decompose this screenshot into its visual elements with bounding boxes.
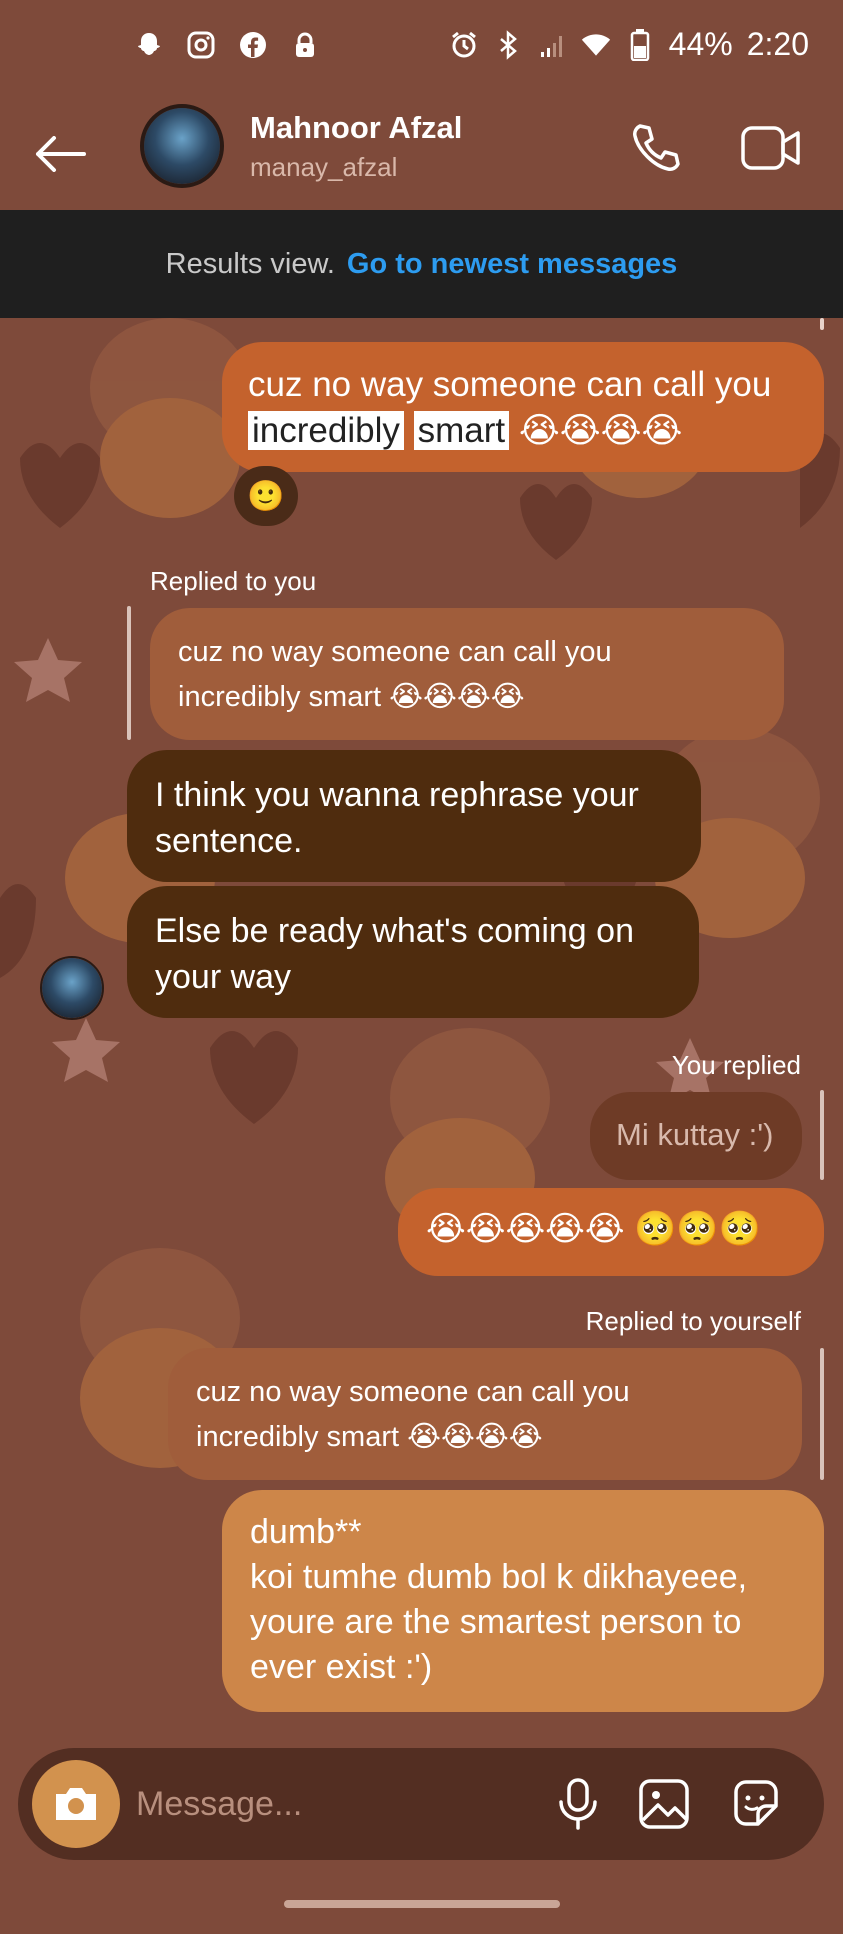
sent-message-bubble[interactable]: 😭😭😭😭😭 🥺🥺🥺 [398,1188,824,1276]
go-to-newest-messages-link[interactable]: Go to newest messages [347,248,677,281]
sent-message-bubble[interactable]: cuz no way someone can call you incredib… [222,342,824,472]
sticker-button[interactable] [726,1774,786,1834]
search-highlight: smart [413,411,510,450]
microphone-icon [559,1778,597,1830]
quoted-text: cuz no way someone can call you [178,636,612,668]
results-view-banner: Results view. Go to newest messages [0,210,843,318]
phone-icon [633,124,680,171]
message-text: cuz no way someone can call you [248,365,772,404]
reply-bar [127,606,131,740]
status-bar: 44% 2:20 [0,0,843,96]
reply-bar [820,318,824,330]
facebook-icon [238,30,268,60]
sender-avatar[interactable] [40,956,104,1020]
message-text: Else be ready what's coming on your way [155,912,634,996]
message-text: youre are the smartest person to [250,1603,742,1641]
instagram-icon [186,30,216,60]
message-composer [18,1748,824,1860]
reply-context-label: You replied [671,1050,801,1080]
image-icon [639,1779,689,1829]
gallery-button[interactable] [634,1774,694,1834]
bluetooth-icon [493,29,523,60]
lock-icon [290,30,320,60]
received-message-bubble[interactable]: Else be ready what's coming on your way [127,886,699,1018]
reply-bar [820,1090,824,1180]
message-text: koi tumhe dumb bol k dikhayeee, [250,1558,748,1596]
voice-message-button[interactable] [548,1774,608,1834]
voice-call-button[interactable] [628,120,684,176]
results-view-label: Results view. [165,247,335,280]
emoji-text: 😭😭😭😭😭 🥺🥺🥺 [426,1210,762,1248]
back-button[interactable] [30,126,90,182]
back-arrow-icon [36,136,86,172]
contact-avatar[interactable] [140,104,224,188]
received-message-bubble[interactable]: I think you wanna rephrase your sentence… [127,750,701,882]
reply-bar [820,1348,824,1480]
home-indicator[interactable] [284,1900,560,1908]
emoji-text: 😭😭😭😭 [518,411,683,450]
chat-header: Mahnoor Afzal manay_afzal [0,96,843,210]
reply-context-label: Replied to yourself [585,1306,801,1336]
message-input[interactable] [136,1772,436,1836]
wifi-icon [581,30,611,60]
message-text: dumb** [250,1513,362,1551]
quoted-text: Mi kuttay :') [616,1117,774,1152]
quoted-message-bubble[interactable]: cuz no way someone can call you incredib… [168,1348,802,1480]
search-highlight: incredibly [248,411,404,450]
video-camera-icon [741,126,800,170]
contact-name[interactable]: Mahnoor Afzal [250,110,462,146]
smile-emoji-icon: 🙂 [247,479,285,513]
sticker-icon [734,1780,778,1826]
reaction-badge[interactable]: 🙂 [234,466,298,526]
alarm-icon [449,30,479,60]
camera-button[interactable] [32,1760,120,1848]
quoted-text: incredibly smart 😭😭😭😭 [196,1421,543,1453]
clock: 2:20 [746,26,809,62]
sent-message-bubble[interactable]: dumb** koi tumhe dumb bol k dikhayeee, y… [222,1490,824,1712]
contact-handle[interactable]: manay_afzal [250,152,397,183]
camera-icon [56,1788,96,1820]
signal-icon [537,30,567,60]
battery-percent: 44% [668,26,733,62]
battery-icon [625,28,655,61]
quoted-message-bubble[interactable]: cuz no way someone can call you incredib… [150,608,784,740]
quoted-text: cuz no way someone can call you [196,1376,630,1408]
quoted-text: incredibly smart 😭😭😭😭 [178,681,525,713]
snapchat-icon [134,30,164,60]
message-text: I think you wanna rephrase your sentence… [155,776,639,860]
message-text: ever exist :') [250,1648,433,1686]
quoted-message-bubble[interactable]: Mi kuttay :') [590,1092,802,1180]
reply-context-label: Replied to you [150,566,317,596]
video-call-button[interactable] [740,122,802,174]
